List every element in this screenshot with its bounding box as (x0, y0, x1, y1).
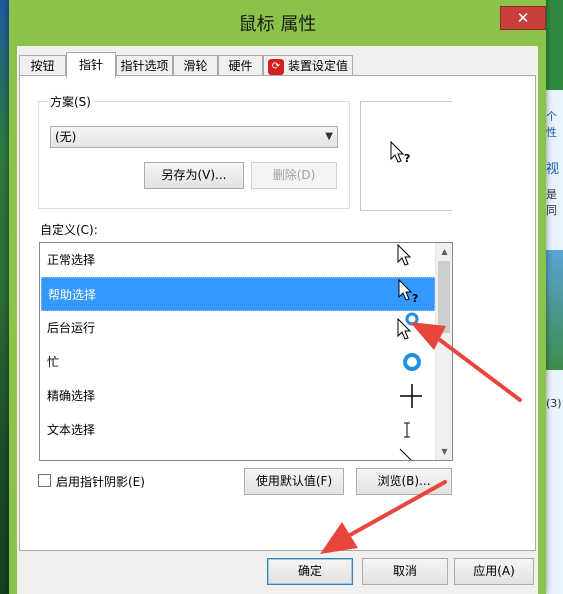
tab-device-settings-label: 装置设定值 (287, 59, 348, 73)
background-text: (3) (546, 397, 562, 410)
tab-buttons[interactable]: 按钮 (19, 55, 66, 75)
help-cursor-preview-icon: ? (390, 140, 410, 165)
window-title: 鼠标 属性 (238, 14, 317, 35)
tab-pointers[interactable]: 指针 (66, 52, 116, 78)
tab-pointer-options[interactable]: 指针选项 (116, 55, 173, 75)
background-text: 个性 (546, 110, 557, 139)
list-item[interactable]: 正常选择 (41, 243, 435, 277)
help-cursor-icon: ? (398, 278, 418, 305)
pointers-tab-panel: 方案(S) (无) ▼ 另存为(V)... 删除(D) ? 自定义(C): 正常… (19, 75, 536, 551)
browse-button[interactable]: 浏览(B)... (356, 468, 452, 495)
list-item-label: 忙 (47, 355, 60, 369)
dialog-client-area: 按钮 指针 指针选项 滑轮 硬件 ⟳ 装置设定值 方案(S) (无) ▼ 另存为(… (17, 46, 538, 594)
list-item[interactable]: 后台运行 (41, 311, 435, 345)
list-scrollbar[interactable]: ▲ ▼ (435, 243, 452, 460)
delete-button[interactable]: 删除(D) (251, 162, 337, 189)
scroll-down-arrow-icon[interactable]: ▼ (436, 443, 452, 460)
background-text: 是同 (546, 188, 557, 217)
scheme-label: 方案(S) (47, 93, 94, 110)
list-item-label: 正常选择 (47, 253, 96, 267)
list-item[interactable]: 忙 (41, 345, 435, 379)
background-text: 视 (546, 162, 560, 177)
use-default-button[interactable]: 使用默认值(F) (244, 468, 344, 495)
chevron-down-icon: ▼ (325, 131, 333, 142)
tab-hardware[interactable]: 硬件 (218, 55, 263, 75)
pointer-list: 正常选择 帮助选择 ? 后台运行 忙 精确选择 文本选择 ▲ ▼ (39, 242, 453, 461)
title-bar[interactable]: 鼠标 属性 ✕ (9, 0, 546, 46)
scrollbar-thumb[interactable] (438, 261, 450, 333)
apply-button[interactable]: 应用(A) (454, 558, 534, 585)
scheme-selected-value: (无) (55, 130, 77, 144)
tab-wheel[interactable]: 滑轮 (173, 55, 218, 75)
crosshair-cursor-icon (400, 384, 422, 408)
tab-device-settings[interactable]: ⟳ 装置设定值 (263, 55, 353, 75)
save-as-button[interactable]: 另存为(V)... (144, 162, 244, 189)
ok-button[interactable]: 确定 (267, 558, 353, 585)
svg-text:?: ? (404, 152, 410, 165)
arrow-cursor-icon (397, 243, 412, 266)
cancel-button[interactable]: 取消 (362, 558, 448, 585)
list-item-label: 文本选择 (47, 423, 96, 437)
list-item-label: 后台运行 (47, 321, 96, 335)
device-settings-icon: ⟳ (267, 58, 284, 75)
pointer-shadow-label: 启用指针阴影(E) (56, 475, 145, 489)
text-cursor-icon (404, 422, 410, 438)
scroll-up-arrow-icon[interactable]: ▲ (436, 243, 452, 260)
scheme-dropdown[interactable]: (无) ▼ (50, 126, 338, 148)
list-item[interactable]: 帮助选择 ? (41, 277, 435, 311)
cursor-preview: ? (360, 101, 452, 211)
pen-cursor-icon (399, 448, 412, 460)
busy-cursor-icon (403, 353, 421, 371)
list-item[interactable] (41, 447, 435, 460)
close-button[interactable]: ✕ (500, 6, 546, 30)
desktop-background-image (545, 250, 563, 370)
list-item[interactable]: 文本选择 (41, 413, 435, 447)
svg-text:?: ? (412, 292, 418, 305)
list-item[interactable]: 精确选择 (41, 379, 435, 413)
list-item-label: 帮助选择 (48, 288, 97, 302)
list-item-label: 精确选择 (47, 389, 96, 403)
working-cursor-icon (397, 312, 419, 340)
mouse-properties-dialog: 鼠标 属性 ✕ 按钮 指针 指针选项 滑轮 硬件 ⟳ 装置设定值 方案(S) (无… (9, 0, 546, 594)
pointer-shadow-checkbox[interactable] (38, 474, 51, 487)
scheme-group: 方案(S) (无) ▼ 另存为(V)... 删除(D) (38, 93, 350, 209)
customize-label: 自定义(C): (40, 223, 98, 237)
desktop-background-image (545, 0, 563, 90)
